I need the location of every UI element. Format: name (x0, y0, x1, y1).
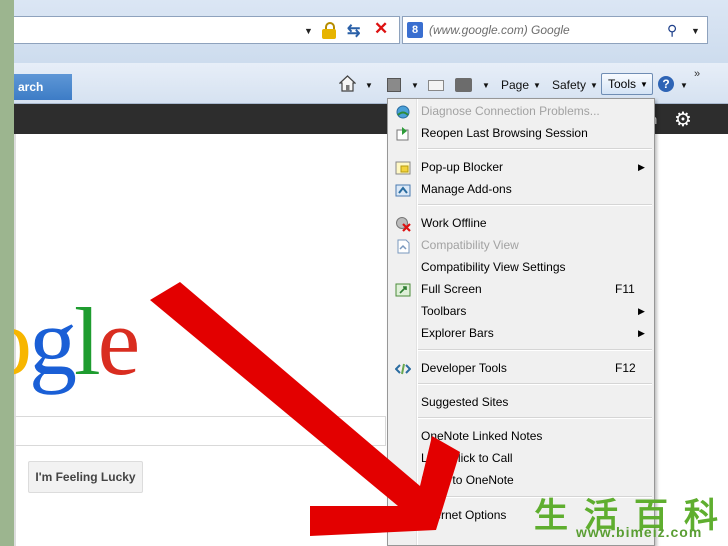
watermark-url: www.bimeiz.com (576, 524, 703, 540)
red-pointer-arrow-icon (150, 282, 460, 536)
watermark: 生活百科 www.bimeiz.com (528, 486, 728, 546)
